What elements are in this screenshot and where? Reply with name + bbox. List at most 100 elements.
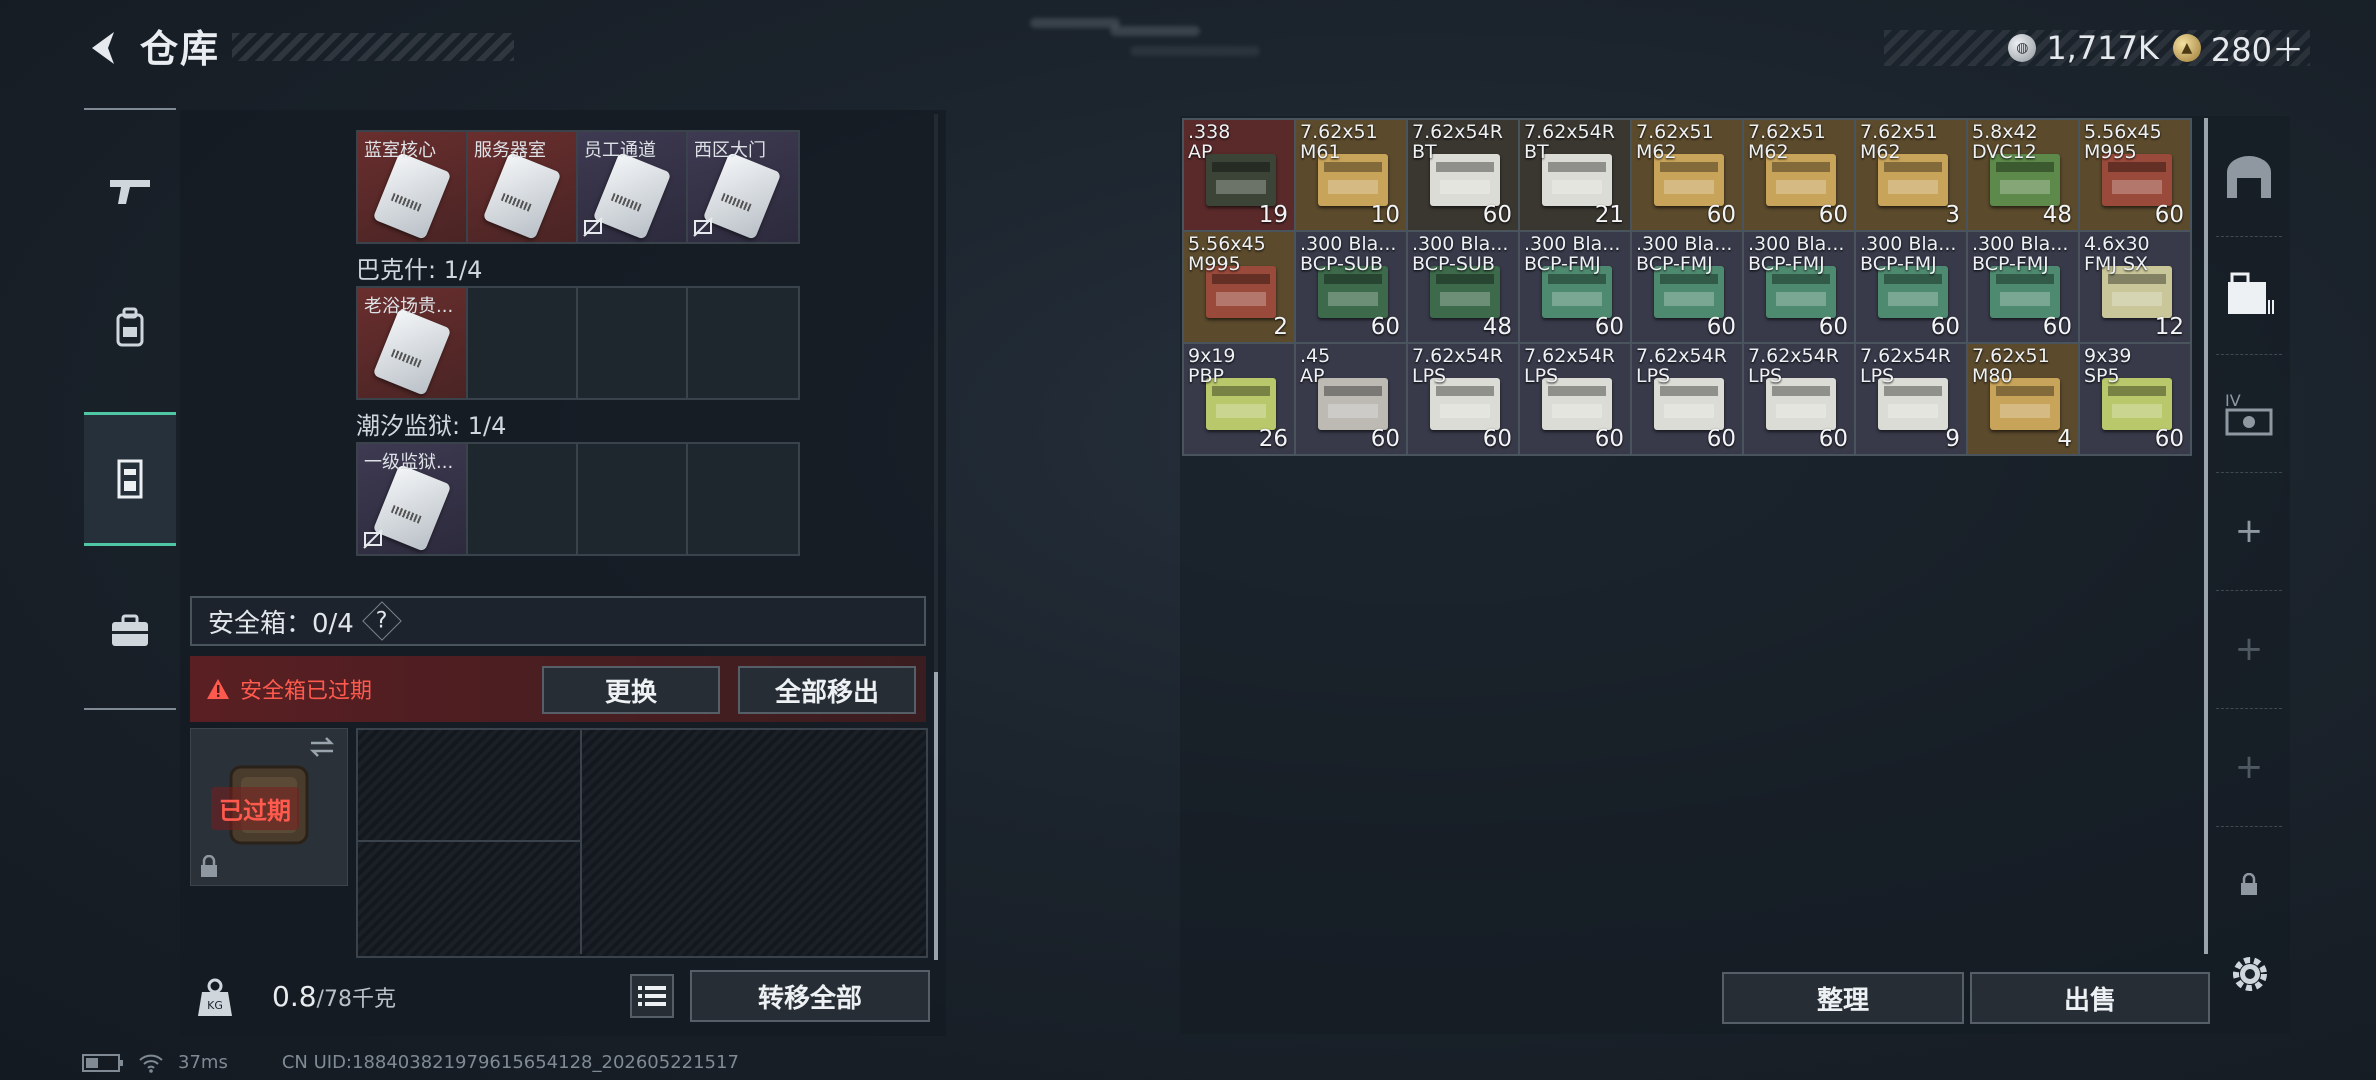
key-slot[interactable]: 西区大门 — [688, 132, 798, 242]
stash-item[interactable]: 7.62x51 M62 60 — [1744, 120, 1856, 232]
replace-button[interactable]: 更换 — [542, 666, 720, 714]
item-name: 7.62x54R LPS — [1412, 345, 1503, 387]
keycard-icon — [372, 152, 452, 240]
stash-tab-locked[interactable] — [2216, 826, 2282, 944]
key-name: 老浴场贵... — [364, 296, 454, 317]
stash-item[interactable]: 7.62x54R LPS 60 — [1632, 344, 1744, 456]
nav-item-backpack[interactable] — [84, 260, 176, 394]
stash-item[interactable]: 7.62x51 M80 4 — [1968, 344, 2080, 456]
item-quantity: 2 — [1273, 314, 1288, 340]
stash-item[interactable]: 7.62x54R LPS 60 — [1744, 344, 1856, 456]
stash-item[interactable]: 9x39 SP5 60 — [2080, 344, 2192, 456]
gold-amount: 280＋ — [2210, 31, 2304, 69]
key-slot[interactable] — [688, 288, 798, 398]
key-slot[interactable]: 蓝室核心 — [358, 132, 468, 242]
item-name: 7.62x51 M61 — [1300, 121, 1378, 163]
stash-tab-storage[interactable]: IV — [2216, 354, 2282, 473]
stash-item[interactable]: 5.8x42 DVC12 48 — [1968, 120, 2080, 232]
item-quantity: 60 — [1818, 426, 1848, 452]
nav-item-medkit[interactable] — [84, 564, 176, 698]
item-quantity: 48 — [2042, 202, 2072, 228]
nav-item-vest[interactable] — [84, 412, 176, 546]
left-scroll-thumb[interactable] — [934, 672, 938, 960]
key-name: 服务器室 — [474, 140, 546, 161]
key-slot[interactable] — [688, 444, 798, 554]
key-slot[interactable] — [578, 444, 688, 554]
background-light — [1030, 18, 1120, 28]
help-button[interactable]: ? — [362, 601, 402, 641]
stash-item[interactable]: .45 AP 60 — [1296, 344, 1408, 456]
item-quantity: 60 — [1370, 426, 1400, 452]
safe-case-slot[interactable] — [358, 842, 582, 954]
stash-item[interactable]: 4.6x30 FMJ SX 12 — [2080, 232, 2192, 344]
stash-item[interactable]: .300 Bla... BCP-FMJ 60 — [1520, 232, 1632, 344]
key-slot[interactable] — [578, 288, 688, 398]
item-quantity: 60 — [1482, 202, 1512, 228]
stash-item[interactable]: .300 Bla... BCP-FMJ 60 — [1968, 232, 2080, 344]
weight-icon: KG — [198, 978, 232, 1016]
lock-icon — [2241, 873, 2257, 895]
stash-item[interactable]: .300 Bla... BCP-SUB 60 — [1296, 232, 1408, 344]
safe-case-grid[interactable] — [356, 728, 928, 958]
stash-scrollbar[interactable] — [2204, 118, 2208, 954]
settings-gear-icon[interactable] — [2226, 950, 2274, 998]
back-arrow-icon — [92, 32, 114, 64]
key-slot[interactable]: 一级监狱... — [358, 444, 468, 554]
back-button[interactable] — [82, 26, 126, 70]
wifi-icon — [139, 1054, 163, 1073]
silver-currency[interactable]: ◍ 1,717K — [2008, 29, 2159, 67]
stash-item[interactable]: 7.62x54R LPS 60 — [1520, 344, 1632, 456]
gold-coin-icon: ▲ — [2172, 34, 2201, 62]
key-slot[interactable]: 员工通道 — [578, 132, 688, 242]
lock-icon — [201, 855, 217, 877]
key-slot[interactable] — [468, 444, 578, 554]
stash-item[interactable]: 7.62x54R LPS 60 — [1408, 344, 1520, 456]
key-name: 西区大门 — [694, 140, 766, 161]
nav-divider — [84, 108, 176, 110]
item-name: .45 AP — [1300, 345, 1331, 387]
stash-item[interactable]: 7.62x51 M61 10 — [1296, 120, 1408, 232]
item-name: .300 Bla... BCP-SUB — [1412, 233, 1509, 275]
key-slot[interactable] — [468, 288, 578, 398]
safe-case-slot[interactable] — [358, 730, 582, 842]
stash-item[interactable]: 5.56x45 M995 2 — [1184, 232, 1296, 344]
swap-icon[interactable] — [307, 735, 337, 759]
stash-item[interactable]: .300 Bla... BCP-FMJ 60 — [1856, 232, 1968, 344]
stash-tab-main[interactable] — [2216, 118, 2282, 237]
key-slot[interactable]: 老浴场贵... — [358, 288, 468, 398]
nav-item-weapon[interactable] — [84, 124, 176, 258]
stash-item[interactable]: 7.62x51 M62 3 — [1856, 120, 1968, 232]
stash-item[interactable]: 9x19 PBP 26 — [1184, 344, 1296, 456]
item-name: .338 AP — [1188, 121, 1231, 163]
stash-item[interactable]: 5.56x45 M995 60 — [2080, 120, 2192, 232]
stash-tab-add-1[interactable]: + — [2216, 472, 2282, 591]
item-quantity: 48 — [1482, 314, 1512, 340]
item-quantity: 60 — [1482, 426, 1512, 452]
stash-item[interactable]: .300 Bla... BCP-SUB 48 — [1408, 232, 1520, 344]
stash-item[interactable]: 7.62x54R BT 21 — [1520, 120, 1632, 232]
remove-all-button[interactable]: 全部移出 — [738, 666, 916, 714]
weight-readout: 0.8/78千克 — [272, 980, 396, 1013]
stash-item[interactable]: .300 Bla... BCP-FMJ 60 — [1632, 232, 1744, 344]
sell-button[interactable]: 出售 — [1970, 972, 2210, 1024]
stash-tab-container[interactable] — [2216, 236, 2282, 355]
safe-case-thumbnail[interactable]: 已过期 — [190, 728, 348, 886]
key-name: 员工通道 — [584, 140, 656, 161]
list-view-button[interactable] — [630, 974, 674, 1018]
stash-item[interactable]: 7.62x54R LPS 9 — [1856, 344, 1968, 456]
no-bind-icon — [693, 217, 713, 237]
transfer-all-button[interactable]: 转移全部 — [690, 970, 930, 1022]
warning-icon — [207, 679, 229, 699]
gold-currency[interactable]: ▲ 280＋ — [2172, 25, 2304, 71]
key-slot[interactable]: 服务器室 — [468, 132, 578, 242]
item-quantity: 21 — [1594, 202, 1624, 228]
stash-tab-add-3[interactable]: + — [2216, 708, 2282, 827]
item-quantity: 60 — [1706, 314, 1736, 340]
stash-item[interactable]: 7.62x51 M62 60 — [1632, 120, 1744, 232]
stash-item[interactable]: .338 AP 19 — [1184, 120, 1296, 232]
stash-tab-add-2[interactable]: + — [2216, 590, 2282, 709]
no-bind-icon — [363, 529, 383, 549]
stash-item[interactable]: .300 Bla... BCP-FMJ 60 — [1744, 232, 1856, 344]
sort-button[interactable]: 整理 — [1722, 972, 1964, 1024]
stash-item[interactable]: 7.62x54R BT 60 — [1408, 120, 1520, 232]
